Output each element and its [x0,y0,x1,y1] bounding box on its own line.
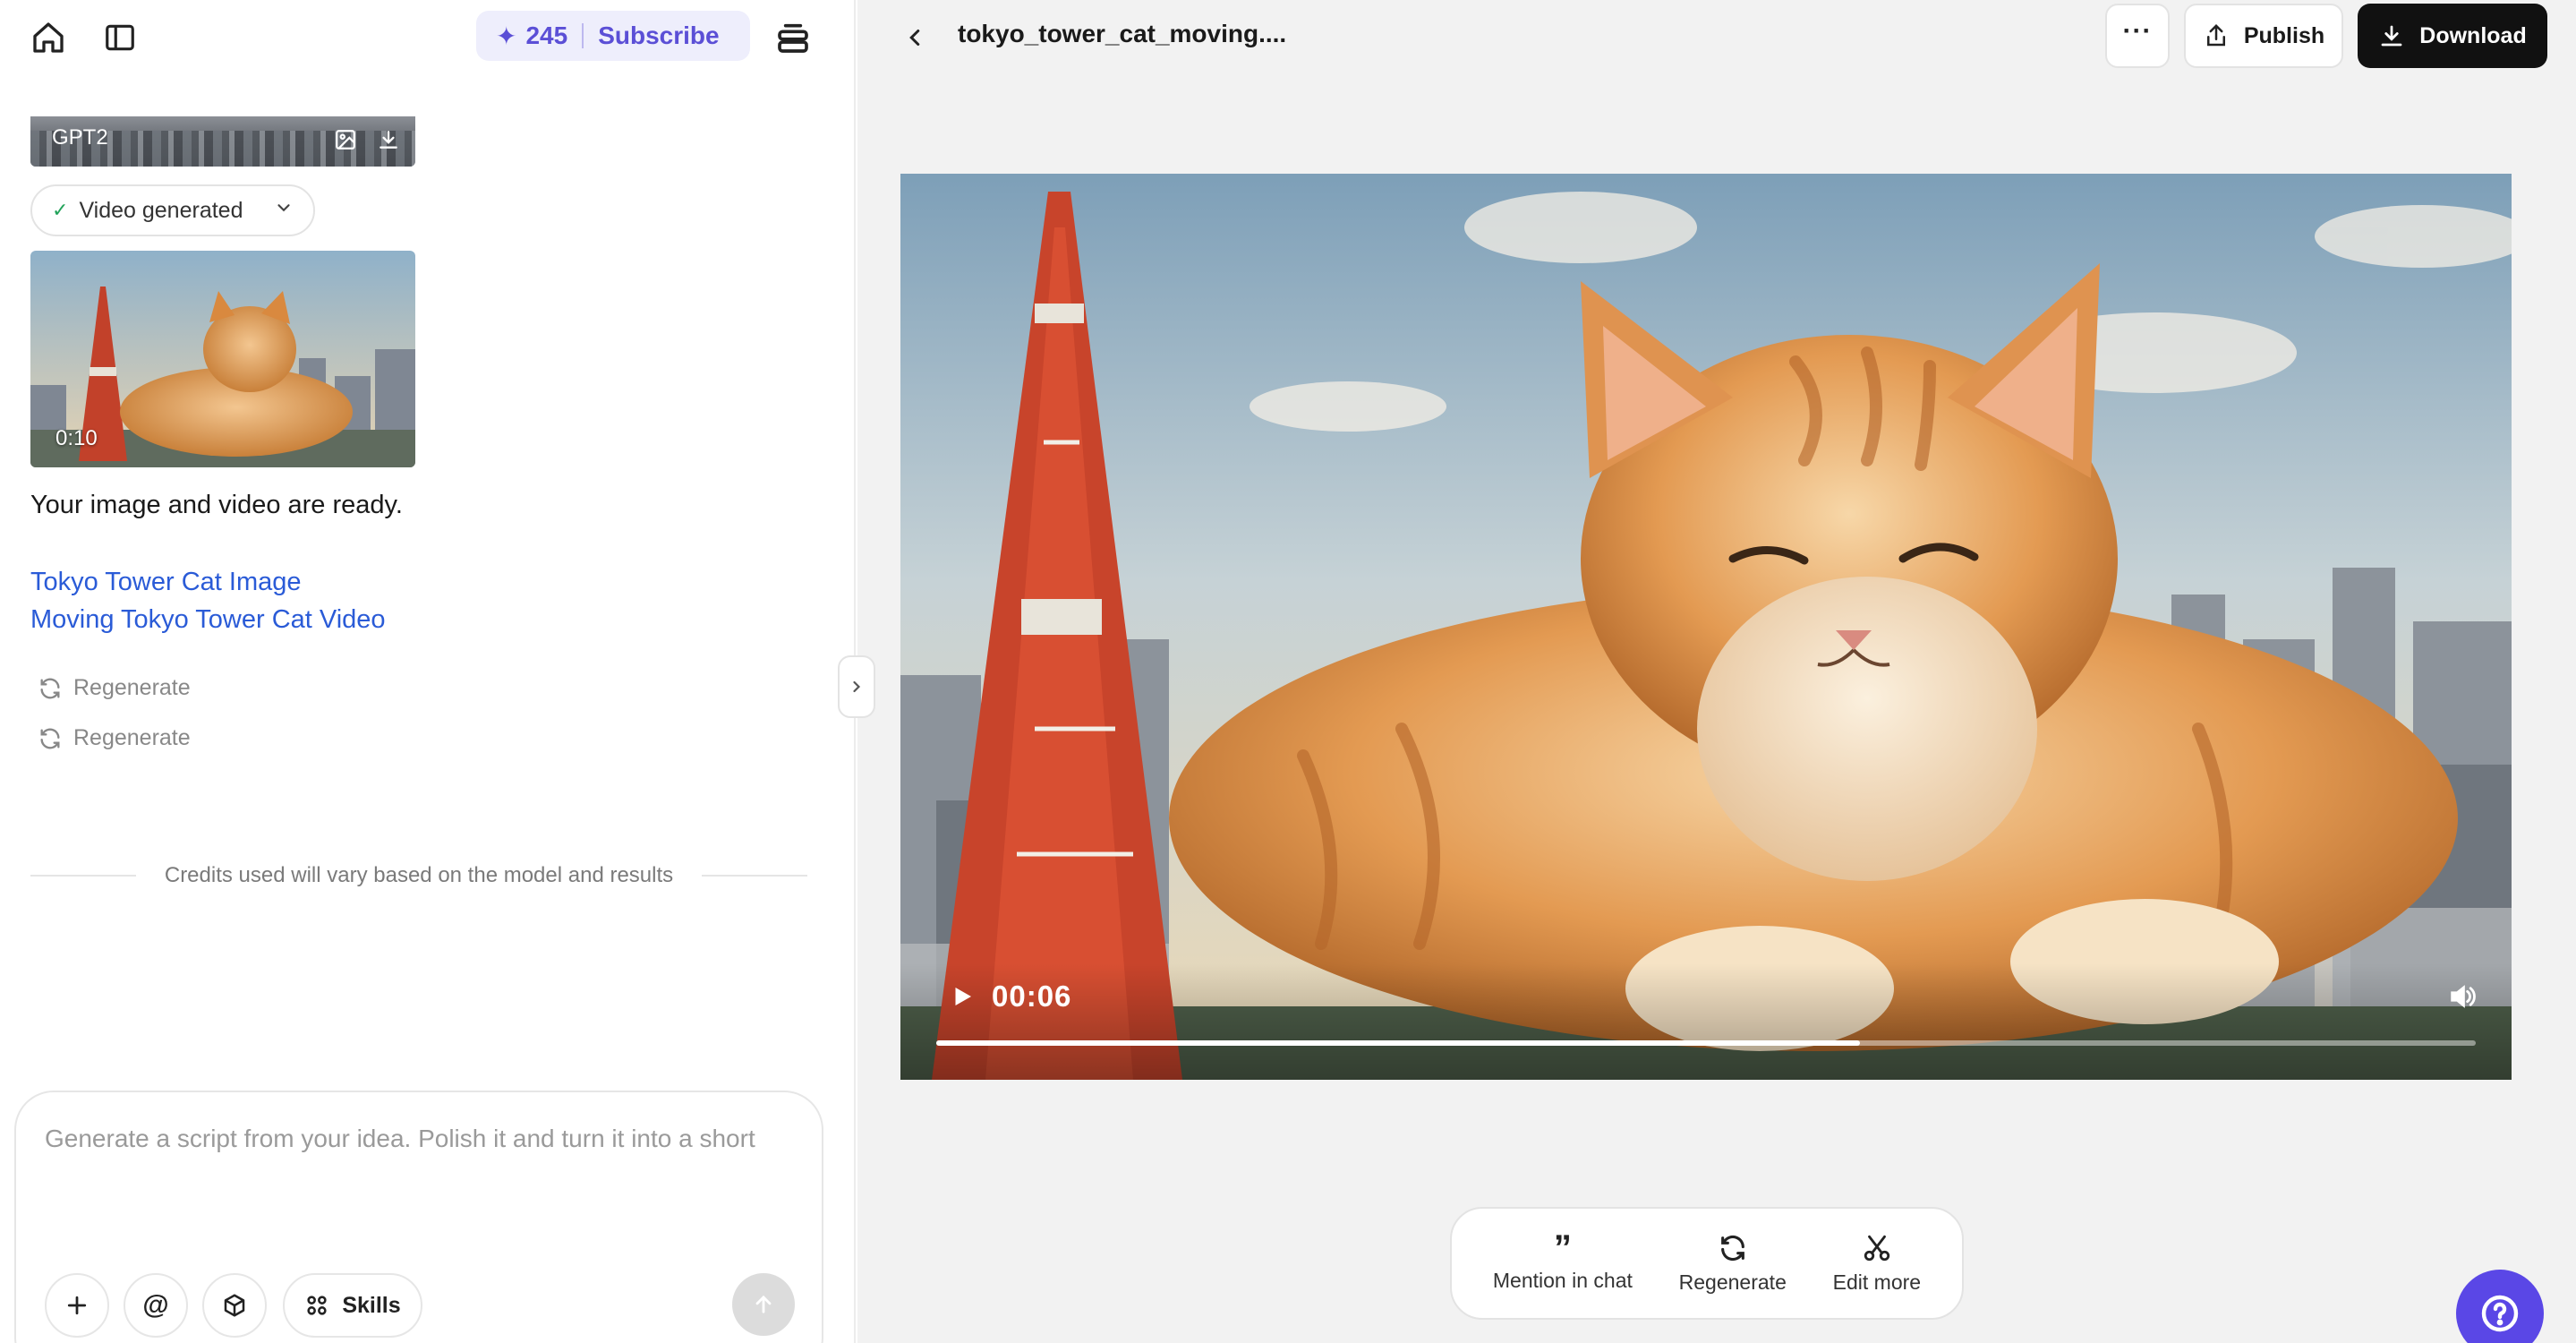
action-bar: ” Mention in chat Regenerate Edit more [1450,1207,1964,1320]
progress-bar[interactable] [936,1040,2476,1046]
image-edit-icon[interactable] [331,125,360,154]
regenerate-label: Regenerate [1678,1270,1787,1294]
publish-button[interactable]: Publish [2184,4,2343,68]
player-controls [900,963,2512,1080]
chat-panel: ✦ 245 Subscribe GPT2 ✓ Video generated 0… [0,0,856,1343]
refresh-icon [40,678,60,698]
question-mark-icon [2481,1295,2519,1332]
download-button[interactable]: Download [2358,4,2547,68]
sidebar-toggle-icon[interactable] [98,16,141,59]
stack-menu-icon[interactable] [772,16,815,59]
volume-icon [2451,985,2476,1008]
divider-line [702,875,808,877]
regenerate-video-button[interactable]: Regenerate [1679,1233,1787,1295]
regenerate-label: Regenerate [73,725,191,750]
share-upload-icon [2206,23,2225,47]
edit-more-button[interactable]: Edit more [1833,1233,1921,1295]
back-button[interactable] [893,16,936,59]
refresh-icon [40,728,60,748]
mention-button[interactable]: @ [124,1273,188,1338]
scissors-icon [1864,1235,1890,1261]
refresh-icon [1720,1235,1744,1261]
image-result-link[interactable]: Tokyo Tower Cat Image [30,568,302,597]
preview-panel: tokyo_tower_cat_moving.... ··· Publish D… [857,0,2576,1343]
play-icon [955,988,971,1005]
video-frame-cat-and-tokyo-tower [900,174,2512,1080]
subscribe-link[interactable]: Subscribe [598,21,719,50]
plus-icon [67,1296,87,1315]
grid-icon [307,1296,327,1315]
credits-subscribe-pill[interactable]: ✦ 245 Subscribe [476,11,750,61]
chevron-down-icon [274,198,294,224]
prompt-input[interactable] [45,1125,806,1153]
video-status-dropdown[interactable]: ✓ Video generated [30,184,315,236]
more-options-button[interactable]: ··· [2105,4,2170,68]
model-label: GPT2 [52,125,108,150]
home-icon[interactable] [27,16,70,59]
check-icon: ✓ [52,199,69,221]
regenerate-label: Regenerate [73,675,191,700]
at-sign-icon: @ [142,1290,169,1320]
download-icon [2381,25,2402,47]
video-result-link[interactable]: Moving Tokyo Tower Cat Video [30,605,386,635]
image-download-icon[interactable] [374,125,403,154]
status-label: Video generated [79,197,243,223]
arrow-up-icon [755,1295,772,1313]
divider-line [30,875,136,877]
model-picker-button[interactable] [202,1273,267,1338]
download-label: Download [2419,22,2527,48]
progress-fill [936,1040,1860,1046]
assistant-message: Your image and video are ready. [30,491,403,519]
cube-icon [224,1294,245,1317]
edit-label: Edit more [1832,1270,1922,1294]
generated-video-thumbnail[interactable]: 0:10 [30,251,415,467]
credits-count: 245 [525,21,568,49]
quote-icon: ” [1553,1228,1572,1268]
video-duration: 0:10 [55,426,98,450]
publish-label: Publish [2243,22,2325,48]
current-time: 00:06 [992,979,1072,1013]
add-attachment-button[interactable] [45,1273,109,1338]
file-title: tokyo_tower_cat_moving.... [958,20,1287,47]
volume-button[interactable] [2447,981,2483,1017]
sparkle-icon: ✦ [496,21,517,50]
chevron-right-icon [853,680,861,693]
panel-collapse-handle[interactable] [838,655,875,718]
video-player[interactable] [900,174,2512,1080]
chevron-left-icon [909,30,920,46]
mention-in-chat-button[interactable]: ” Mention in chat [1492,1228,1633,1293]
pill-divider [582,23,584,48]
skills-label: Skills [342,1292,401,1318]
credits-note: Credits used will vary based on the mode… [30,863,808,888]
play-button[interactable] [949,981,981,1014]
credits-note-text: Credits used will vary based on the mode… [164,863,674,887]
skills-button[interactable]: Skills [283,1273,422,1338]
composer: @ Skills [14,1091,823,1343]
regenerate-button-2[interactable]: Regenerate [38,725,191,751]
regenerate-button-1[interactable]: Regenerate [38,675,191,701]
mention-label: Mention in chat [1492,1268,1633,1292]
generated-image-thumbnail[interactable]: GPT2 [30,116,415,167]
send-button[interactable] [732,1273,795,1336]
ellipsis-icon: ··· [2122,16,2153,46]
